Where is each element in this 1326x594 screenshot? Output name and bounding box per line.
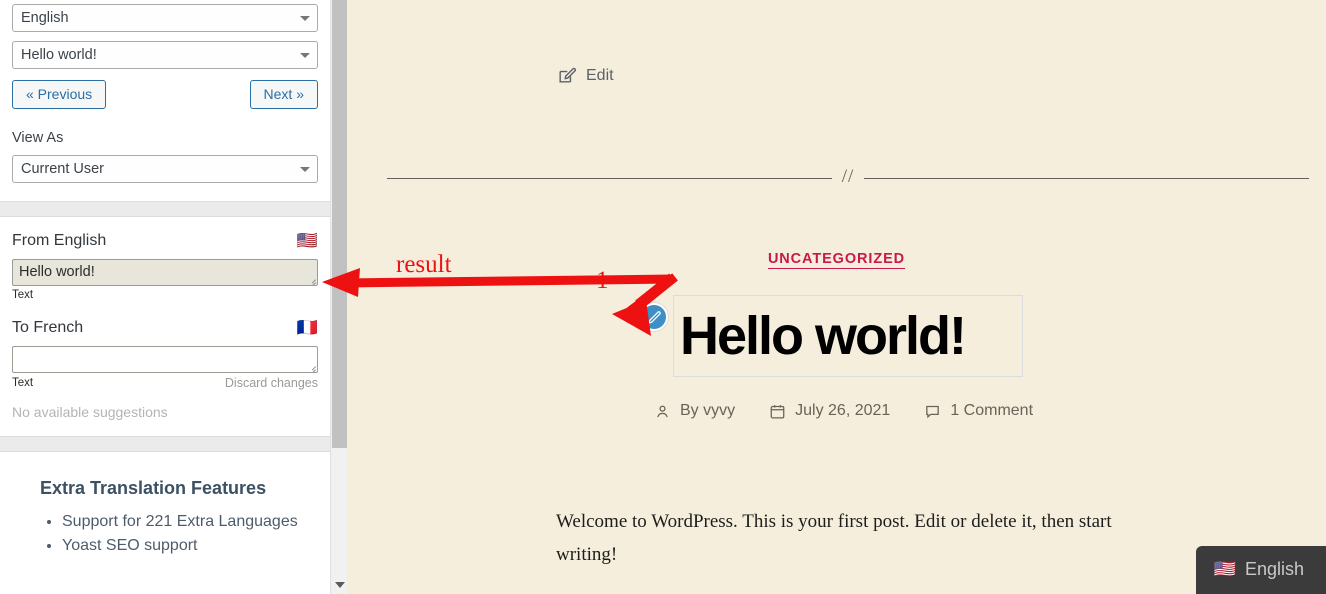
post-body: Welcome to WordPress. This is your first… xyxy=(556,511,1112,566)
site-preview: Edit // UNCATEGORIZED Hello world! By vy… xyxy=(347,0,1326,594)
list-item: Support for 221 Extra Languages xyxy=(62,513,318,531)
language-switcher-badge[interactable]: 🇺🇸 English xyxy=(1195,546,1326,594)
target-text-input[interactable] xyxy=(12,345,318,373)
language-select[interactable]: English xyxy=(12,4,318,32)
scrollbar-down-button[interactable] xyxy=(331,578,348,592)
post-title-area: Hello world! xyxy=(640,295,1023,377)
view-as-select[interactable]: Current User xyxy=(12,154,318,183)
chevron-down-icon xyxy=(300,166,310,172)
edit-pencil-square-icon xyxy=(559,67,576,83)
language-switcher-label: English xyxy=(1244,559,1304,579)
post-comments[interactable]: 1 Comment xyxy=(924,402,1033,420)
post-author-label: By vyvy xyxy=(680,402,736,419)
source-caption: Text xyxy=(12,288,34,301)
calendar-icon xyxy=(770,404,785,419)
source-text-input[interactable] xyxy=(12,258,318,286)
us-flag-icon: 🇺🇸 xyxy=(296,231,318,251)
sidebar-top-panel: English Hello world! « Previous Next » V… xyxy=(0,0,330,201)
post-date-label: July 26, 2021 xyxy=(795,402,891,419)
extra-features-panel: Extra Translation Features Support for 2… xyxy=(0,451,330,555)
string-select[interactable]: Hello world! xyxy=(12,41,318,69)
chevron-down-icon xyxy=(300,53,310,58)
section-divider: // xyxy=(387,166,1309,187)
post-author: By vyvy xyxy=(654,402,735,420)
divider-line-right xyxy=(864,177,1309,179)
previous-button[interactable]: « Previous xyxy=(12,80,107,109)
view-as-label: View As xyxy=(12,129,64,146)
view-as-select-value: Current User xyxy=(21,160,104,177)
edit-post-label: Edit xyxy=(586,66,614,84)
source-caption-row: Text xyxy=(12,289,318,301)
next-button[interactable]: Next » xyxy=(249,80,318,109)
target-textarea-wrap xyxy=(12,345,318,373)
inline-edit-pencil-button[interactable] xyxy=(640,303,668,331)
page-title: Hello world! xyxy=(680,306,967,366)
target-caption: Text xyxy=(12,376,34,389)
category-link-uncategorized[interactable]: UNCATEGORIZED xyxy=(768,251,905,267)
string-select-value: Hello world! xyxy=(21,47,97,63)
post-date: July 26, 2021 xyxy=(769,402,890,420)
pencil-icon xyxy=(647,310,661,324)
discard-changes-link[interactable]: Discard changes xyxy=(225,376,318,390)
pagination-row: « Previous Next » xyxy=(12,80,318,109)
translation-sidebar: English Hello world! « Previous Next » V… xyxy=(0,0,330,594)
sidebar-scrollbar[interactable] xyxy=(330,0,347,594)
target-caption-row: Text Discard changes xyxy=(12,376,318,390)
chevron-down-icon xyxy=(300,16,310,21)
source-language-header: From English 🇺🇸 xyxy=(12,232,318,250)
list-item: Yoast SEO support xyxy=(62,537,318,555)
post-meta: By vyvy July 26, 2021 1 Comment xyxy=(654,402,1033,420)
us-flag-icon: 🇺🇸 xyxy=(1213,559,1236,579)
sidebar-scrollbar-thumb[interactable] xyxy=(332,0,347,448)
divider-mark: // xyxy=(841,166,855,187)
extra-features-heading: Extra Translation Features xyxy=(40,477,267,498)
chevron-down-icon xyxy=(334,582,345,588)
source-textarea-wrap xyxy=(12,258,318,286)
target-language-header: To French 🇫🇷 xyxy=(12,319,318,337)
panel-separator xyxy=(0,200,330,217)
extra-features-list: Support for 221 Extra Languages Yoast SE… xyxy=(62,513,318,555)
panel-separator-2 xyxy=(0,435,330,452)
no-suggestions-text: No available suggestions xyxy=(12,403,168,420)
target-language-label: To French xyxy=(12,318,84,336)
source-language-label: From English xyxy=(12,231,107,249)
translation-editor-panel: From English 🇺🇸 Text To French 🇫🇷 Text D… xyxy=(0,216,330,436)
person-icon xyxy=(657,405,668,417)
post-title-box[interactable]: Hello world! xyxy=(673,295,1023,377)
comment-icon xyxy=(926,405,940,418)
edit-post-link[interactable]: Edit xyxy=(557,66,614,85)
post-category: UNCATEGORIZED xyxy=(347,250,1326,268)
divider-line-left xyxy=(387,177,832,179)
language-select-value: English xyxy=(21,10,69,26)
screen: English Hello world! « Previous Next » V… xyxy=(0,0,1326,594)
post-comments-label: 1 Comment xyxy=(950,402,1034,419)
fr-flag-icon: 🇫🇷 xyxy=(296,318,318,338)
